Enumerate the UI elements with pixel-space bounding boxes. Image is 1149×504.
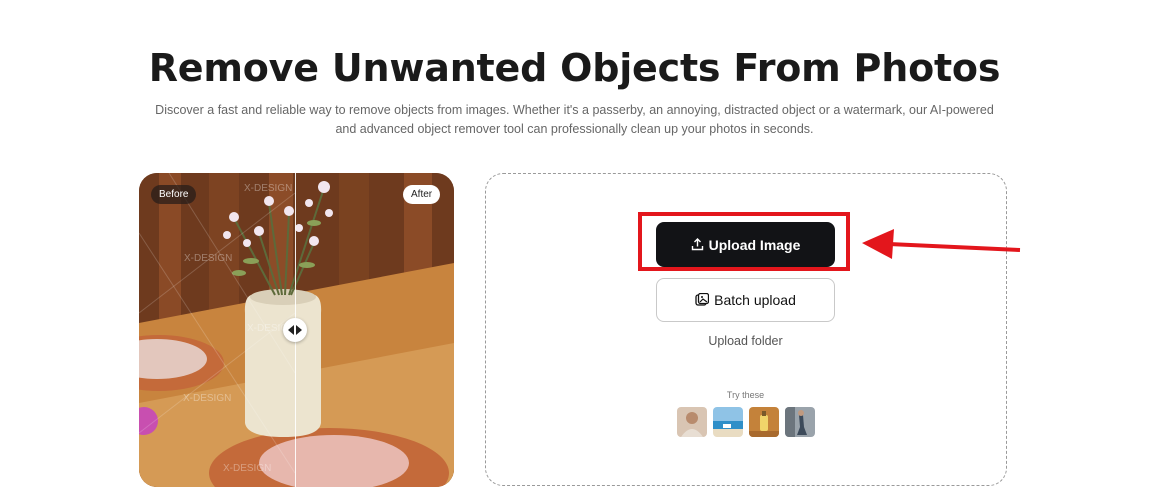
watermark-text-4: X-DESIGN	[183, 393, 232, 404]
compare-slider-handle[interactable]	[283, 318, 307, 342]
portrait-thumbnail	[677, 407, 707, 437]
left-right-arrows-icon	[288, 325, 302, 335]
upload-image-label: Upload Image	[708, 236, 801, 253]
batch-images-icon	[695, 293, 710, 306]
try-these-label: Try these	[726, 390, 765, 400]
subtitle-line-1: Discover a fast and reliable way to remo…	[155, 103, 994, 117]
subtitle-line-2: and advanced object remover tool can pro…	[335, 122, 814, 136]
upload-icon	[691, 238, 703, 251]
upload-image-button[interactable]: Upload Image	[656, 222, 835, 267]
page-title: Remove Unwanted Objects From Photos	[148, 46, 1001, 90]
batch-upload-label: Batch upload	[714, 292, 796, 308]
sample-thumb-street[interactable]	[785, 407, 815, 437]
street-thumbnail	[785, 407, 815, 437]
sample-thumb-still-life[interactable]	[749, 407, 779, 437]
after-badge: After	[403, 185, 441, 204]
upload-folder-link[interactable]: Upload folder	[656, 334, 835, 348]
batch-upload-button[interactable]: Batch upload	[656, 278, 835, 322]
sample-thumb-portrait[interactable]	[677, 407, 707, 437]
watermark-text-2: X-DESIGN	[244, 183, 293, 194]
before-badge: Before	[151, 185, 197, 204]
page-subtitle: Discover a fast and reliable way to remo…	[140, 101, 1009, 139]
sample-thumb-beach[interactable]	[713, 407, 743, 437]
still-life-thumbnail	[749, 407, 779, 437]
watermark-text-1: X-DESIGN	[184, 253, 233, 264]
beach-thumbnail	[713, 407, 743, 437]
watermark-text-5: X-DESIGN	[223, 463, 272, 474]
annotation-arrow-icon	[862, 229, 1021, 259]
